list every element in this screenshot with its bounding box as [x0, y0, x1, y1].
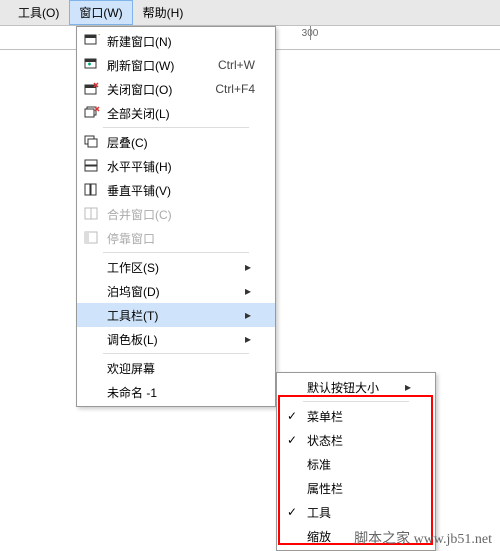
mi-toolbars[interactable]: 工具栏(T) ▸	[77, 303, 275, 327]
separator	[103, 353, 249, 354]
submenu-arrow-icon: ▸	[245, 308, 255, 322]
menu-help[interactable]: 帮助(H)	[133, 0, 194, 25]
mi-document[interactable]: 未命名 -1	[77, 380, 275, 404]
check-icon: ✓	[281, 433, 303, 447]
smi-property[interactable]: 属性栏	[277, 476, 435, 500]
mi-label: 菜单栏	[303, 408, 415, 425]
mi-tile-v[interactable]: 垂直平铺(V)	[77, 178, 275, 202]
mi-label: 欢迎屏幕	[103, 360, 255, 377]
mi-label: 标准	[303, 456, 415, 473]
submenu-arrow-icon: ▸	[405, 380, 415, 394]
smi-standard[interactable]: 标准	[277, 452, 435, 476]
mi-label: 水平平铺(H)	[103, 158, 255, 175]
mi-label: 工具	[303, 504, 415, 521]
mi-label: 全部关闭(L)	[103, 105, 255, 122]
smi-menubar[interactable]: ✓ 菜单栏	[277, 404, 435, 428]
mi-palettes[interactable]: 调色板(L) ▸	[77, 327, 275, 351]
new-window-icon: ✦	[81, 31, 103, 51]
svg-text:✦: ✦	[97, 34, 100, 42]
close-window-icon	[81, 79, 103, 99]
mi-dock: 停靠窗口	[77, 226, 275, 250]
mi-welcome[interactable]: 欢迎屏幕	[77, 356, 275, 380]
mi-workspace[interactable]: 工作区(S) ▸	[77, 255, 275, 279]
mi-label: 状态栏	[303, 432, 415, 449]
mi-cascade[interactable]: 层叠(C)	[77, 130, 275, 154]
mi-tile-h[interactable]: 水平平铺(H)	[77, 154, 275, 178]
mi-label: 工具栏(T)	[103, 307, 245, 324]
toolbars-submenu: 默认按钮大小 ▸ ✓ 菜单栏 ✓ 状态栏 标准 属性栏 ✓ 工具 缩放	[276, 372, 436, 551]
menu-tools[interactable]: 工具(O)	[8, 0, 69, 25]
mi-label: 垂直平铺(V)	[103, 182, 255, 199]
check-icon: ✓	[281, 409, 303, 423]
separator	[103, 127, 249, 128]
mi-label: 合并窗口(C)	[103, 206, 255, 223]
menu-window[interactable]: 窗口(W)	[69, 0, 132, 25]
mi-label: 工作区(S)	[103, 259, 245, 276]
mi-label: 停靠窗口	[103, 230, 255, 247]
mi-dockers[interactable]: 泊坞窗(D) ▸	[77, 279, 275, 303]
mi-label: 调色板(L)	[103, 331, 245, 348]
check-icon: ✓	[281, 505, 303, 519]
separator	[303, 401, 409, 402]
mi-new-window[interactable]: ✦ 新建窗口(N)	[77, 29, 275, 53]
merge-icon	[81, 204, 103, 224]
dock-icon	[81, 228, 103, 248]
mi-close-all[interactable]: 全部关闭(L)	[77, 101, 275, 125]
smi-toolbox[interactable]: ✓ 工具	[277, 500, 435, 524]
mi-merge: 合并窗口(C)	[77, 202, 275, 226]
mi-label: 关闭窗口(O)	[103, 81, 205, 98]
mi-label: 新建窗口(N)	[103, 33, 255, 50]
mi-label: 默认按钮大小	[303, 379, 405, 396]
menubar: 工具(O) 窗口(W) 帮助(H)	[0, 0, 500, 26]
mi-shortcut: Ctrl+F4	[205, 82, 255, 96]
tile-v-icon	[81, 180, 103, 200]
smi-default-size[interactable]: 默认按钮大小 ▸	[277, 375, 435, 399]
mi-label: 属性栏	[303, 480, 415, 497]
mi-close[interactable]: 关闭窗口(O) Ctrl+F4	[77, 77, 275, 101]
submenu-arrow-icon: ▸	[245, 284, 255, 298]
refresh-icon	[81, 55, 103, 75]
submenu-arrow-icon: ▸	[245, 260, 255, 274]
window-dropdown: ✦ 新建窗口(N) 刷新窗口(W) Ctrl+W 关闭窗口(O) Ctrl+F4…	[76, 26, 276, 407]
mi-refresh[interactable]: 刷新窗口(W) Ctrl+W	[77, 53, 275, 77]
close-all-icon	[81, 103, 103, 123]
tile-h-icon	[81, 156, 103, 176]
mi-shortcut: Ctrl+W	[208, 58, 255, 72]
submenu-arrow-icon: ▸	[245, 332, 255, 346]
smi-statusbar[interactable]: ✓ 状态栏	[277, 428, 435, 452]
mi-label: 层叠(C)	[103, 134, 255, 151]
mi-label: 未命名 -1	[103, 384, 255, 401]
separator	[103, 252, 249, 253]
watermark: 脚本之家 www.jb51.net	[354, 528, 492, 548]
mi-label: 刷新窗口(W)	[103, 57, 208, 74]
mi-label: 泊坞窗(D)	[103, 283, 245, 300]
cascade-icon	[81, 132, 103, 152]
